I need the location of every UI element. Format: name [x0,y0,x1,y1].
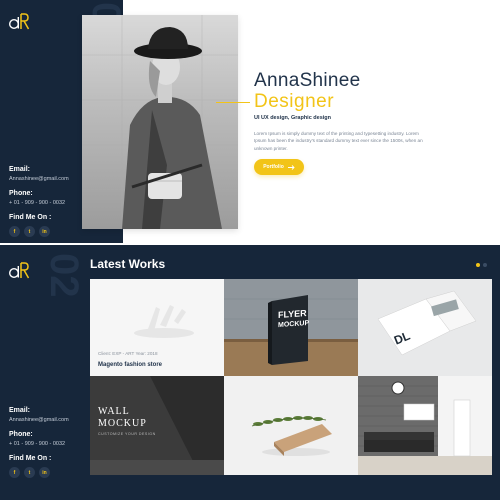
wall-title: WALL [98,406,130,417]
wall-tagline: CUSTOMIZE YOUR DESIGN [98,432,156,436]
find-me-label: Find Me On : [9,214,52,221]
work-item-dl-brochure[interactable]: DL [358,279,492,376]
carousel-dot-active[interactable] [476,263,480,267]
facebook-icon[interactable]: f [9,467,20,478]
social-links: f t in [9,467,69,478]
hero-section: 01 Email: Annashinee@gmail.com Phone: + … [0,0,500,243]
work-item-title: Magento fashion store [98,362,163,368]
work-item-interior[interactable] [358,376,492,475]
work-item-meta: Client: EXP - ART Year: 2018 [98,351,158,356]
logo-icon[interactable] [8,259,30,281]
facebook-icon[interactable]: f [9,226,20,237]
portfolio-button[interactable]: Portfolio [254,159,304,175]
works-sidebar: 02 Email: Annashinee@gmail.com Phone: + … [0,245,90,500]
social-links: f t in [9,226,69,237]
contact-block: Email: Annashinee@gmail.com Phone: + 01 … [9,407,69,478]
portrait-photo [82,15,238,229]
wall-subtitle: MOCKUP [98,418,147,429]
hero-skills: UI UX design, Graphic design [254,115,332,121]
email-label: Email: [9,407,31,414]
work-item-wall[interactable]: WALL MOCKUP CUSTOMIZE YOUR DESIGN [90,376,224,475]
work-item-magento[interactable]: Client: EXP - ART Year: 2018 Magento fas… [90,279,224,376]
phone-value[interactable]: + 01 - 909 - 900 - 0032 [9,200,69,206]
carousel-dots [476,263,487,267]
role-accent-line [216,102,250,103]
page: 01 Email: Annashinee@gmail.com Phone: + … [0,0,500,500]
logo-icon[interactable] [8,10,30,32]
find-me-label: Find Me On : [9,455,52,462]
linkedin-icon[interactable]: in [39,226,50,237]
arrow-right-icon [287,164,295,170]
phone-label: Phone: [9,190,33,197]
work-item-book[interactable] [224,376,358,475]
portfolio-button-label: Portfolio [263,164,284,170]
work-item-flyer[interactable]: FLYER MOCKUP [224,279,358,376]
phone-value[interactable]: + 01 - 909 - 900 - 0032 [9,441,69,447]
linkedin-icon[interactable]: in [39,467,50,478]
email-value[interactable]: Annashinee@gmail.com [9,417,69,423]
phone-label: Phone: [9,431,33,438]
twitter-icon[interactable]: t [24,226,35,237]
works-title: Latest Works [90,257,166,271]
email-label: Email: [9,166,31,173]
contact-block: Email: Annashinee@gmail.com Phone: + 01 … [9,166,69,237]
flyer-title: FLYER [278,307,307,321]
works-section: 02 Email: Annashinee@gmail.com Phone: + … [0,245,500,500]
hero-description: Lorem Ipsum is simply dummy text of the … [254,131,423,151]
twitter-icon[interactable]: t [24,467,35,478]
hero-role: Designer [254,91,335,112]
hero-name: AnnaShinee [254,70,361,91]
carousel-dot[interactable] [483,263,487,267]
email-value[interactable]: Annashinee@gmail.com [9,176,69,182]
